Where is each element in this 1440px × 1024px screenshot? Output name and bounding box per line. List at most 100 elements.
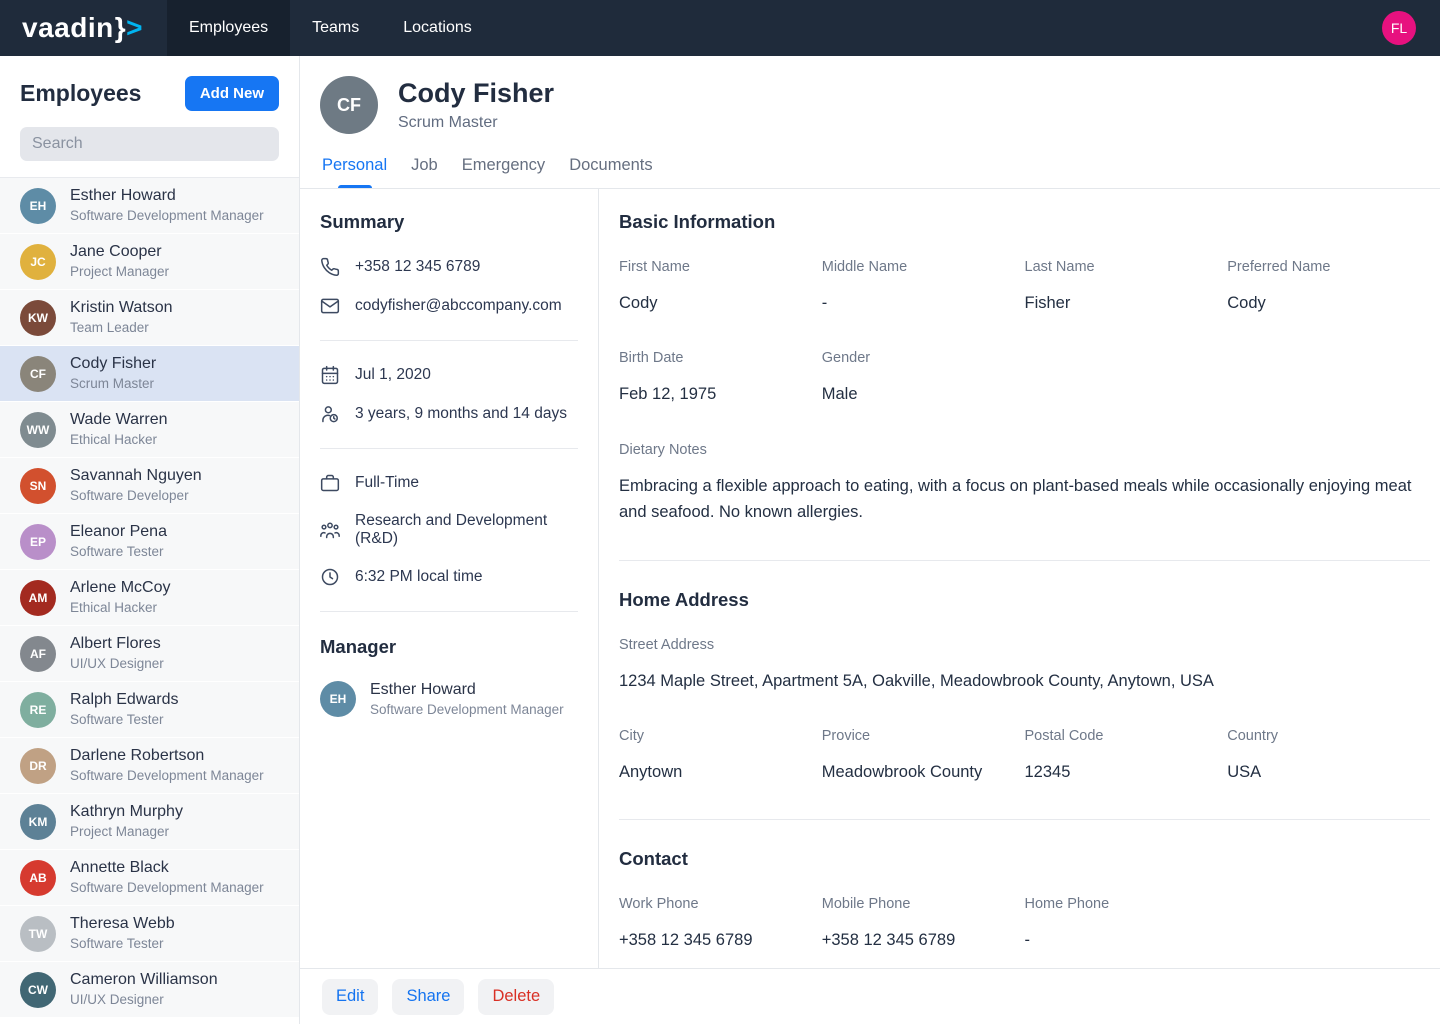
- employee-list-item[interactable]: AF Albert Flores UI/UX Designer: [0, 626, 299, 682]
- nav-item-label: Employees: [189, 19, 268, 37]
- employee-list-item[interactable]: JC Jane Cooper Project Manager: [0, 234, 299, 290]
- vaadin-logo[interactable]: vaadin}>: [0, 0, 165, 56]
- basic-info-row-2: Birth Date Feb 12, 1975 Gender Male: [619, 350, 1430, 441]
- employee-role: UI/UX Designer: [70, 991, 218, 1009]
- employee-avatar: AB: [20, 860, 56, 896]
- nav-item[interactable]: Employees: [167, 0, 290, 56]
- search-input[interactable]: [20, 127, 279, 161]
- employee-role: Software Tester: [70, 543, 167, 561]
- profile-tab[interactable]: Job: [399, 148, 450, 188]
- field-value: 1234 Maple Street, Apartment 5A, Oakvill…: [619, 668, 1430, 694]
- employee-role: Software Tester: [70, 935, 175, 953]
- employee-name: Savannah Nguyen: [70, 466, 202, 487]
- field-label: Postal Code: [1025, 728, 1228, 744]
- employee-avatar: RE: [20, 692, 56, 728]
- employee-avatar: EP: [20, 524, 56, 560]
- field-label: City: [619, 728, 822, 744]
- section-divider: [619, 819, 1430, 820]
- logo-arrow-icon: >: [126, 12, 143, 44]
- employee-name: Theresa Webb: [70, 914, 175, 935]
- share-button[interactable]: Share: [392, 979, 464, 1015]
- action-bar: Edit Share Delete: [300, 968, 1440, 1024]
- field-label: Provice: [822, 728, 1025, 744]
- employee-role: Project Manager: [70, 823, 183, 841]
- profile-name: Cody Fisher: [398, 78, 554, 109]
- field: Country USA: [1227, 728, 1430, 785]
- clock-icon: [320, 567, 340, 587]
- nav-item[interactable]: Locations: [381, 0, 494, 56]
- field: Last Name Fisher: [1025, 259, 1228, 316]
- summary-panel: Summary +358 12 345 6789 codyfisher@abcc…: [300, 189, 599, 1024]
- summary-start-date: Jul 1, 2020: [355, 366, 431, 384]
- manager-name: Esther Howard: [370, 680, 564, 701]
- field-label: Middle Name: [822, 259, 1025, 275]
- summary-phone: +358 12 345 6789: [355, 258, 480, 276]
- employee-list-item[interactable]: EP Eleanor Pena Software Tester: [0, 514, 299, 570]
- profile-tab[interactable]: Personal: [310, 148, 399, 188]
- mail-icon: [320, 296, 340, 316]
- employee-list-item[interactable]: WW Wade Warren Ethical Hacker: [0, 402, 299, 458]
- employee-list-item[interactable]: KW Kristin Watson Team Leader: [0, 290, 299, 346]
- edit-button[interactable]: Edit: [322, 979, 378, 1015]
- employee-list-item[interactable]: SN Savannah Nguyen Software Developer: [0, 458, 299, 514]
- employee-list-item[interactable]: CW Cameron Williamson UI/UX Designer: [0, 962, 299, 1018]
- basic-info-title: Basic Information: [619, 211, 1430, 233]
- street-address-field: Street Address 1234 Maple Street, Apartm…: [619, 637, 1430, 694]
- profile-header: CF Cody Fisher Scrum Master: [300, 56, 1440, 134]
- employee-name: Darlene Robertson: [70, 746, 264, 767]
- delete-button[interactable]: Delete: [478, 979, 554, 1015]
- profile-tab[interactable]: Emergency: [450, 148, 557, 188]
- field-label: Home Phone: [1025, 896, 1228, 912]
- employee-list-item[interactable]: EH Esther Howard Software Development Ma…: [0, 178, 299, 234]
- employee-role: UI/UX Designer: [70, 655, 164, 673]
- employee-name: Albert Flores: [70, 634, 164, 655]
- field: Preferred Name Cody: [1227, 259, 1430, 316]
- employee-list-item[interactable]: RE Ralph Edwards Software Tester: [0, 682, 299, 738]
- employee-list-item[interactable]: TW Theresa Webb Software Tester: [0, 906, 299, 962]
- employee-list-item[interactable]: CF Cody Fisher Scrum Master: [0, 346, 299, 402]
- field-label: Dietary Notes: [619, 442, 1430, 458]
- field-value: +358 12 345 6789: [822, 927, 1025, 953]
- employee-name: Wade Warren: [70, 410, 168, 431]
- manager-role: Software Development Manager: [370, 701, 564, 719]
- employee-role: Software Development Manager: [70, 879, 264, 897]
- employee-list-item[interactable]: DR Darlene Robertson Software Developmen…: [0, 738, 299, 794]
- field: City Anytown: [619, 728, 822, 785]
- employee-list-item[interactable]: KM Kathryn Murphy Project Manager: [0, 794, 299, 850]
- employee-name: Arlene McCoy: [70, 578, 170, 599]
- summary-tenure-row: 3 years, 9 months and 14 days: [320, 404, 578, 424]
- phone-icon: [320, 257, 340, 277]
- field-value: Feb 12, 1975: [619, 381, 822, 407]
- profile-tab[interactable]: Documents: [557, 148, 664, 188]
- employee-name: Ralph Edwards: [70, 690, 179, 711]
- employee-avatar: AM: [20, 580, 56, 616]
- employee-name: Cody Fisher: [70, 354, 156, 375]
- field: Gender Male: [822, 350, 1025, 407]
- employee-avatar: EH: [20, 188, 56, 224]
- manager-item[interactable]: EH Esther Howard Software Development Ma…: [320, 680, 578, 718]
- field-label: First Name: [619, 259, 822, 275]
- employee-role: Software Development Manager: [70, 767, 264, 785]
- field: Provice Meadowbrook County: [822, 728, 1025, 785]
- user-avatar[interactable]: FL: [1382, 11, 1416, 45]
- employee-list-item[interactable]: AM Arlene McCoy Ethical Hacker: [0, 570, 299, 626]
- employee-avatar: JC: [20, 244, 56, 280]
- employee-list-item[interactable]: AB Annette Black Software Development Ma…: [0, 850, 299, 906]
- home-address-title: Home Address: [619, 589, 1430, 611]
- field: First Name Cody: [619, 259, 822, 316]
- employee-list: EH Esther Howard Software Development Ma…: [0, 177, 299, 1024]
- employee-sidebar: Employees Add New EH Esther Howard Softw…: [0, 56, 300, 1024]
- summary-department: Research and Development (R&D): [355, 512, 578, 548]
- manager-section-title: Manager: [320, 636, 578, 658]
- employee-role: Software Developer: [70, 487, 202, 505]
- employee-avatar: SN: [20, 468, 56, 504]
- field: Postal Code 12345: [1025, 728, 1228, 785]
- employee-role: Team Leader: [70, 319, 173, 337]
- summary-divider: [320, 340, 578, 341]
- basic-info-row-1: First Name Cody Middle Name - Last Name …: [619, 259, 1430, 350]
- summary-department-row: Research and Development (R&D): [320, 512, 578, 548]
- field-label: Last Name: [1025, 259, 1228, 275]
- nav-item[interactable]: Teams: [290, 0, 381, 56]
- summary-email: codyfisher@abccompany.com: [355, 297, 562, 315]
- add-new-button[interactable]: Add New: [185, 76, 279, 111]
